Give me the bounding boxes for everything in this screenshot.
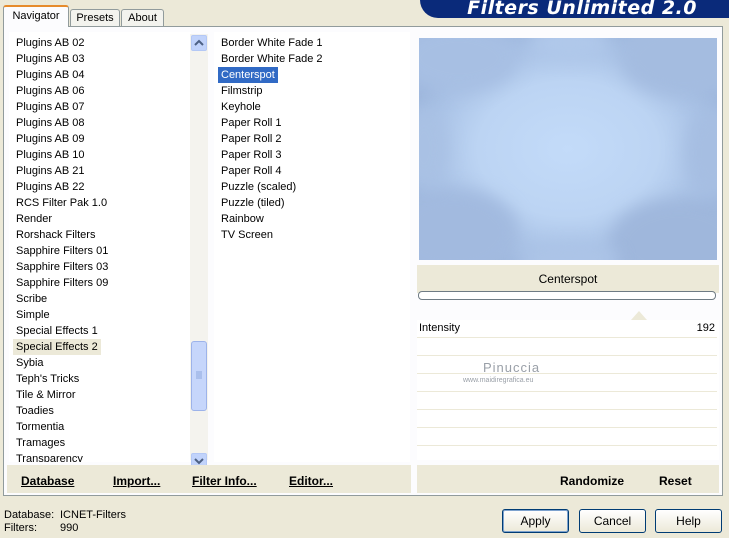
category-item[interactable]: Render (13, 211, 55, 227)
reset-link[interactable]: Reset (659, 474, 692, 488)
category-item[interactable]: Plugins AB 07 (13, 99, 88, 115)
progress-bar (418, 291, 716, 300)
parameter-value: 192 (696, 322, 715, 334)
preview-caption: Centerspot (417, 265, 719, 293)
category-item[interactable]: Plugins AB 09 (13, 131, 88, 147)
editor-link[interactable]: Editor... (289, 474, 333, 488)
parameter-row-empty (417, 410, 717, 428)
category-item[interactable]: Plugins AB 22 (13, 179, 88, 195)
parameter-row[interactable]: Intensity 192 (417, 311, 717, 338)
app-title-banner: Filters Unlimited 2.0 (420, 0, 729, 18)
filters-count-value: 990 (60, 522, 79, 534)
category-item[interactable]: Rorshack Filters (13, 227, 98, 243)
category-item[interactable]: Sapphire Filters 01 (13, 243, 111, 259)
filter-preview (419, 38, 717, 260)
filter-item[interactable]: TV Screen (218, 227, 276, 243)
tab-about[interactable]: About (121, 9, 164, 26)
category-item[interactable]: Teph's Tricks (13, 371, 82, 387)
category-item[interactable]: Plugins AB 06 (13, 83, 88, 99)
category-item[interactable]: Plugins AB 21 (13, 163, 88, 179)
category-item[interactable]: Tramages (13, 435, 68, 451)
category-item[interactable]: Sapphire Filters 09 (13, 275, 111, 291)
database-link[interactable]: Database (21, 474, 74, 488)
category-item[interactable]: Simple (13, 307, 53, 323)
category-item[interactable]: Special Effects 1 (13, 323, 101, 339)
apply-button[interactable]: Apply (502, 509, 569, 533)
filter-item[interactable]: Border White Fade 2 (218, 51, 326, 67)
database-value: ICNET-Filters (60, 509, 126, 521)
category-item[interactable]: Plugins AB 08 (13, 115, 88, 131)
navigator-panel: Plugins AB 02 Plugins AB 03 Plugins AB 04 P… (3, 26, 723, 496)
category-item[interactable]: Plugins AB 02 (13, 35, 88, 51)
category-item[interactable]: Plugins AB 03 (13, 51, 88, 67)
filter-item[interactable]: Border White Fade 1 (218, 35, 326, 51)
parameter-row-empty (417, 356, 717, 374)
chevron-up-icon (194, 39, 204, 46)
grip-icon (196, 371, 202, 379)
filter-item[interactable]: Paper Roll 3 (218, 147, 285, 163)
filter-item[interactable]: Puzzle (scaled) (218, 179, 299, 195)
filter-item[interactable]: Keyhole (218, 99, 264, 115)
filters-count-label: Filters: (4, 522, 37, 534)
category-item[interactable]: Sybia (13, 355, 47, 371)
database-label: Database: (4, 509, 55, 521)
watermark-site: www.maidiregrafica.eu (463, 377, 534, 384)
filter-item[interactable]: Paper Roll 2 (218, 131, 285, 147)
category-list[interactable]: Plugins AB 02 Plugins AB 03 Plugins AB 04 P… (9, 32, 191, 462)
parameter-list[interactable]: Intensity 192 Pinuccia www.maidiregrafic… (417, 311, 719, 463)
category-item[interactable]: RCS Filter Pak 1.0 (13, 195, 110, 211)
category-item[interactable]: Tormentia (13, 419, 67, 435)
scroll-up-button[interactable] (191, 35, 207, 51)
cancel-button[interactable]: Cancel (579, 509, 646, 533)
parameter-row-empty (417, 446, 717, 463)
filter-item[interactable]: Rainbow (218, 211, 267, 227)
category-item[interactable]: Toadies (13, 403, 57, 419)
filter-item[interactable]: Paper Roll 1 (218, 115, 285, 131)
filter-item[interactable]: Paper Roll 4 (218, 163, 285, 179)
parameter-row-empty (417, 392, 717, 410)
category-item[interactable]: Plugins AB 04 (13, 67, 88, 83)
watermark-name: Pinuccia (483, 360, 541, 375)
category-item[interactable]: Scribe (13, 291, 50, 307)
parameter-label: Intensity (419, 322, 460, 334)
filter-item[interactable]: Puzzle (tiled) (218, 195, 288, 211)
category-item[interactable]: Sapphire Filters 03 (13, 259, 111, 275)
randomize-link[interactable]: Randomize (560, 474, 624, 488)
category-item[interactable]: Plugins AB 10 (13, 147, 88, 163)
filter-item-selected[interactable]: Centerspot (218, 67, 278, 83)
scroll-thumb[interactable] (191, 341, 207, 411)
category-item[interactable]: Transparency (13, 451, 86, 462)
slider-marker-icon[interactable] (631, 311, 647, 320)
filter-item[interactable]: Filmstrip (218, 83, 266, 99)
category-scrollbar[interactable] (190, 34, 208, 469)
category-item[interactable]: Tile & Mirror (13, 387, 78, 403)
tab-presets[interactable]: Presets (70, 9, 120, 26)
help-button[interactable]: Help (655, 509, 722, 533)
parameter-row-empty (417, 374, 717, 392)
parameter-row-empty (417, 428, 717, 446)
import-link[interactable]: Import... (113, 474, 160, 488)
parameter-row-empty (417, 338, 717, 356)
filter-info-link[interactable]: Filter Info... (192, 474, 257, 488)
filter-list[interactable]: Border White Fade 1 Border White Fade 2 Ce… (214, 32, 410, 462)
tab-navigator[interactable]: Navigator (3, 5, 69, 27)
category-item-selected[interactable]: Special Effects 2 (13, 339, 101, 355)
